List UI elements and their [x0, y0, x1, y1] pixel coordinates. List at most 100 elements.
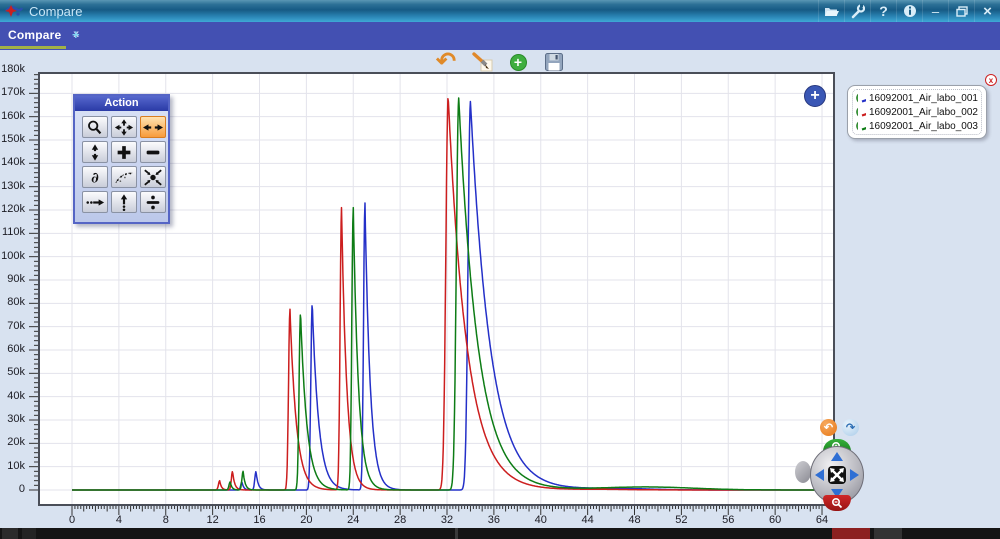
smooth-button[interactable]	[111, 166, 137, 188]
x-tick-label: 8	[153, 514, 179, 526]
legend-item[interactable]: 16092001_Air_labo_003	[856, 119, 978, 133]
navigator-undo-button[interactable]: ↶	[820, 419, 837, 436]
y-tick-label: 140k	[0, 156, 25, 168]
minimize-button[interactable]: –	[922, 0, 948, 22]
y-tick-label: 120k	[0, 203, 25, 215]
x-tick-label: 28	[387, 514, 413, 526]
plot-navigator: ↶ ↷	[767, 419, 839, 511]
x-tick-label: 40	[528, 514, 554, 526]
help-button[interactable]: ?	[870, 0, 896, 22]
derivative-icon: ∂	[85, 169, 105, 186]
minus-icon	[143, 144, 163, 161]
titlebar: Compare ?	[0, 0, 1000, 22]
vertical-arrows-icon	[85, 144, 105, 161]
y-tick-label: 10k	[0, 460, 25, 472]
restore-button[interactable]	[948, 0, 974, 22]
y-tick-label: 0	[0, 483, 25, 495]
active-tab-underline	[0, 46, 66, 49]
folder-icon	[824, 6, 839, 17]
legend-item-label: 16092001_Air_labo_003	[869, 121, 978, 132]
check-icon	[856, 106, 858, 118]
arrows-inward-icon	[143, 169, 163, 186]
window-title: Compare	[29, 4, 82, 19]
x-tick-label: 64	[809, 514, 835, 526]
divide-button[interactable]	[140, 191, 166, 213]
y-tick-label: 180k	[0, 63, 25, 75]
x-tick-label: 24	[340, 514, 366, 526]
shift-x-button[interactable]	[82, 191, 108, 213]
main-toolbar: ↶ +	[0, 51, 1000, 73]
y-tick-label: 70k	[0, 320, 25, 332]
add-button[interactable]: +	[507, 51, 529, 73]
plot-add-button[interactable]: +	[804, 85, 826, 107]
undo-icon: ↶	[436, 52, 456, 72]
open-file-button[interactable]	[818, 0, 844, 22]
y-tick-label: 130k	[0, 180, 25, 192]
x-tick-label: 32	[434, 514, 460, 526]
save-icon	[545, 53, 563, 71]
taskbar-item	[874, 528, 902, 539]
navigator-handle[interactable]	[795, 461, 811, 483]
save-button[interactable]	[543, 51, 565, 73]
x-tick-label: 20	[293, 514, 319, 526]
add-curves-button[interactable]	[111, 141, 137, 163]
move-all-button[interactable]	[111, 116, 137, 138]
y-tick-label: 160k	[0, 110, 25, 122]
contract-button[interactable]	[140, 166, 166, 188]
minimize-icon: –	[932, 4, 939, 19]
new-tab-button[interactable]: +	[72, 27, 80, 42]
x-tick-label: 52	[668, 514, 694, 526]
taskbar-item	[2, 528, 18, 539]
series-line-icon	[861, 93, 866, 103]
legend-close-button[interactable]: x	[985, 74, 997, 86]
tools-button[interactable]	[844, 0, 870, 22]
legend-item[interactable]: 16092001_Air_labo_002	[856, 105, 978, 119]
y-tick-label: 50k	[0, 366, 25, 378]
subtract-curves-button[interactable]	[140, 141, 166, 163]
shift-y-icon	[114, 194, 134, 211]
shift-y-button[interactable]	[111, 191, 137, 213]
zoom-button[interactable]	[82, 116, 108, 138]
taskbar-item	[832, 528, 870, 539]
x-tick-label: 48	[622, 514, 648, 526]
move-all-icon	[114, 119, 134, 136]
app-logo-icon	[5, 4, 23, 18]
scale-y-button[interactable]	[82, 141, 108, 163]
y-tick-label: 90k	[0, 273, 25, 285]
y-tick-label: 150k	[0, 133, 25, 145]
close-icon: ×	[983, 3, 992, 20]
legend-item-label: 16092001_Air_labo_001	[869, 93, 978, 104]
paintbrush-icon	[472, 52, 493, 72]
taskbar	[0, 528, 1000, 539]
series-line-icon	[861, 121, 866, 131]
tab-label: Compare	[8, 28, 61, 42]
y-tick-label: 40k	[0, 390, 25, 402]
x-tick-label: 12	[200, 514, 226, 526]
undo-button[interactable]: ↶	[435, 51, 457, 73]
info-icon	[903, 4, 917, 18]
wrench-icon	[850, 4, 865, 19]
scale-x-button[interactable]	[140, 116, 166, 138]
taskbar-item	[455, 528, 458, 539]
paint-button[interactable]	[471, 51, 493, 73]
x-tick-label: 16	[247, 514, 273, 526]
info-button[interactable]	[896, 0, 922, 22]
restore-icon	[956, 6, 968, 17]
magnifier-icon	[85, 119, 105, 136]
navigator-redo-button[interactable]: ↷	[842, 419, 859, 436]
close-button[interactable]: ×	[974, 0, 1000, 22]
y-axis-ruler	[26, 72, 38, 506]
y-tick-label: 20k	[0, 436, 25, 448]
y-tick-label: 30k	[0, 413, 25, 425]
x-tick-label: 36	[481, 514, 507, 526]
svg-text:∂: ∂	[91, 169, 99, 186]
horizontal-arrows-icon	[143, 119, 163, 136]
y-tick-label: 60k	[0, 343, 25, 355]
check-icon	[856, 120, 858, 132]
add-icon: +	[510, 54, 527, 71]
legend-item[interactable]: 16092001_Air_labo_001	[856, 91, 978, 105]
derivative-button[interactable]: ∂	[82, 166, 108, 188]
x-tick-label: 4	[106, 514, 132, 526]
help-icon: ?	[879, 3, 888, 19]
y-tick-label: 110k	[0, 226, 25, 238]
